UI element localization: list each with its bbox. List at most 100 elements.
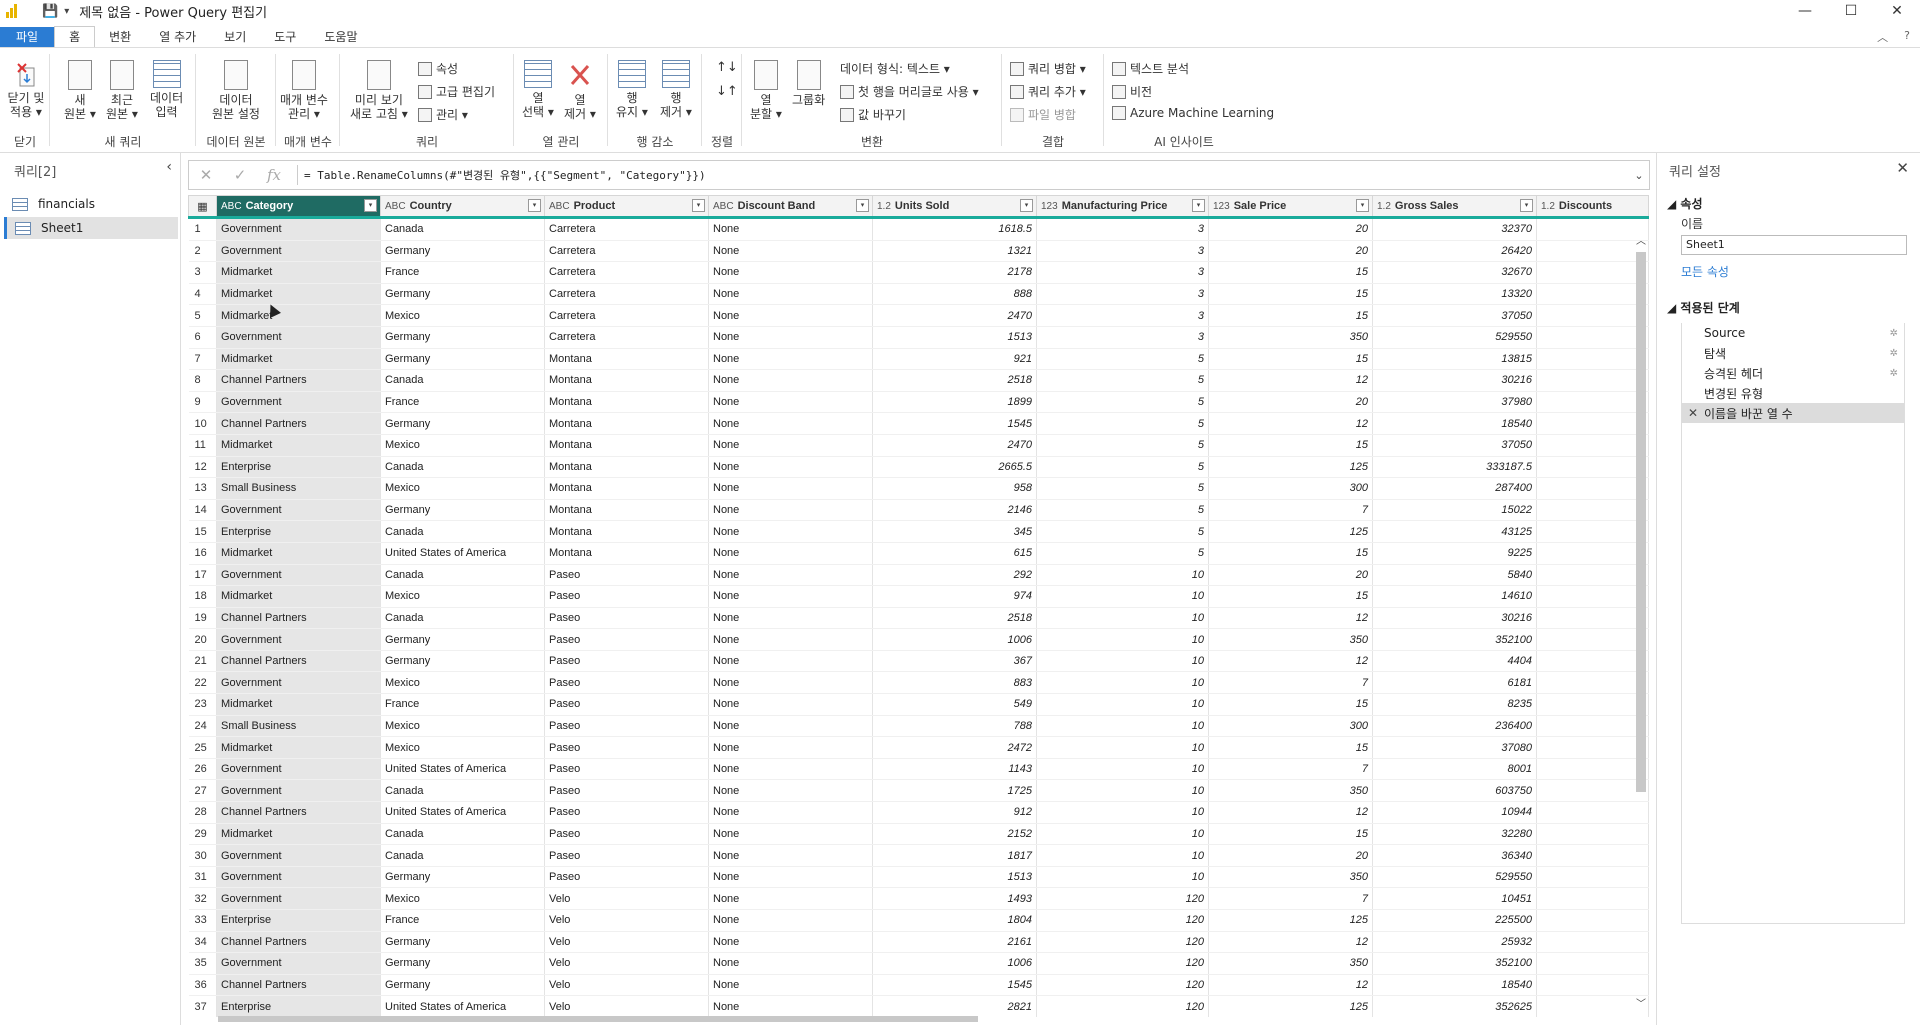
row-number[interactable]: 37 [188,995,217,1017]
table-cell[interactable]: Government [216,887,381,910]
table-cell[interactable]: None [708,520,873,543]
table-cell[interactable]: 10 [1036,823,1209,846]
table-cell[interactable]: 3 [1036,304,1209,327]
tab-transform[interactable]: 변환 [95,27,145,47]
table-cell[interactable]: 2470 [872,304,1037,327]
properties-section[interactable]: ◢ 속성 [1667,195,1703,212]
table-cell[interactable]: Government [216,952,381,975]
merge-queries-button[interactable]: 쿼리 병합 ▾ [1010,60,1086,77]
table-cell[interactable]: 20 [1208,240,1373,263]
table-cell[interactable]: 37050 [1372,434,1537,457]
table-cell[interactable]: Germany [380,974,545,997]
table-cell-discounts[interactable] [1536,995,1649,1017]
table-cell[interactable]: Midmarket [216,693,381,716]
table-cell[interactable]: Carretera [544,326,709,349]
collapse-queries-icon[interactable]: ‹ [166,159,172,175]
table-cell[interactable]: 125 [1208,456,1373,479]
table-cell-discounts[interactable] [1536,628,1649,651]
table-cell[interactable]: None [708,866,873,889]
row-number[interactable]: 17 [188,564,217,587]
table-cell[interactable]: None [708,240,873,263]
table-cell[interactable]: United States of America [380,801,545,824]
table-cell[interactable]: 5 [1036,391,1209,414]
table-cell[interactable]: Germany [380,628,545,651]
table-cell[interactable]: Paseo [544,823,709,846]
row-number[interactable]: 4 [188,283,217,306]
table-cell[interactable]: Enterprise [216,520,381,543]
table-cell[interactable]: 15 [1208,348,1373,371]
table-cell[interactable]: None [708,585,873,608]
table-cell[interactable]: None [708,801,873,824]
tab-tools[interactable]: 도구 [260,27,310,47]
table-cell[interactable]: 1006 [872,628,1037,651]
table-cell[interactable]: 20 [1208,391,1373,414]
column-filter-dropdown-icon[interactable]: ▾ [1356,199,1369,212]
table-cell[interactable]: None [708,261,873,284]
table-cell[interactable]: 10 [1036,650,1209,673]
table-cell[interactable]: Velo [544,952,709,975]
table-cell[interactable]: 32670 [1372,261,1537,284]
table-cell[interactable]: Government [216,866,381,889]
table-cell[interactable]: 10 [1036,736,1209,759]
table-cell-discounts[interactable] [1536,542,1649,565]
table-cell[interactable]: Mexico [380,477,545,500]
table-cell[interactable]: 529550 [1372,866,1537,889]
table-cell[interactable]: None [708,844,873,867]
table-cell[interactable]: Montana [544,391,709,414]
table-cell[interactable]: Paseo [544,650,709,673]
table-cell[interactable]: 10 [1036,758,1209,781]
azure-ml-button[interactable]: Azure Machine Learning [1112,106,1274,120]
refresh-preview-button[interactable]: 미리 보기 새로 고침 ▾ [350,60,408,121]
column-type-icon[interactable]: 123 [1041,201,1058,212]
table-cell[interactable]: 18540 [1372,412,1537,435]
table-cell-discounts[interactable] [1536,650,1649,673]
table-cell[interactable]: 10 [1036,628,1209,651]
table-cell[interactable]: None [708,974,873,997]
table-cell[interactable]: Mexico [380,887,545,910]
table-cell-discounts[interactable] [1536,844,1649,867]
table-cell[interactable]: 36340 [1372,844,1537,867]
table-cell[interactable]: None [708,477,873,500]
step-renamed-columns[interactable]: ✕ 이름을 바꾼 열 수 [1682,403,1904,423]
table-cell[interactable]: Montana [544,542,709,565]
table-cell[interactable]: France [380,693,545,716]
table-cell[interactable]: 350 [1208,628,1373,651]
table-cell[interactable]: 350 [1208,866,1373,889]
table-cell[interactable]: 15 [1208,585,1373,608]
table-cell[interactable]: 15 [1208,542,1373,565]
table-cell[interactable]: France [380,261,545,284]
table-cell[interactable]: None [708,412,873,435]
table-cell[interactable]: 921 [872,348,1037,371]
table-cell-discounts[interactable] [1536,952,1649,975]
table-cell[interactable]: Midmarket [216,823,381,846]
table-cell[interactable]: 3 [1036,217,1209,241]
table-cell[interactable]: Midmarket [216,542,381,565]
table-cell-discounts[interactable] [1536,758,1649,781]
table-cell[interactable]: 529550 [1372,326,1537,349]
table-cell-discounts[interactable] [1536,240,1649,263]
table-cell[interactable]: None [708,736,873,759]
table-cell[interactable]: 8235 [1372,693,1537,716]
table-cell[interactable]: Mexico [380,671,545,695]
table-cell[interactable]: 43125 [1372,520,1537,543]
table-cell-discounts[interactable] [1536,477,1649,500]
table-cell[interactable]: 5 [1036,456,1209,479]
row-number[interactable]: 33 [188,909,217,932]
table-cell[interactable]: 9225 [1372,542,1537,565]
column-filter-dropdown-icon[interactable]: ▾ [1192,199,1205,212]
table-cell[interactable]: Montana [544,369,709,392]
table-cell[interactable]: 300 [1208,477,1373,500]
column-type-icon[interactable]: ABC [549,201,570,212]
table-cell[interactable]: 352625 [1372,995,1537,1017]
fx-icon[interactable]: fx [257,166,291,184]
table-cell[interactable]: 5 [1036,369,1209,392]
table-cell[interactable]: Paseo [544,866,709,889]
table-cell[interactable]: None [708,369,873,392]
row-number[interactable]: 18 [188,585,217,608]
table-cell[interactable]: 15022 [1372,499,1537,522]
column-type-icon[interactable]: 1.2 [1541,201,1555,212]
table-cell[interactable]: 120 [1036,887,1209,910]
table-cell-discounts[interactable] [1536,585,1649,608]
column-header[interactable]: ABC Product ▾ [544,195,709,219]
row-number[interactable]: 29 [188,823,217,846]
